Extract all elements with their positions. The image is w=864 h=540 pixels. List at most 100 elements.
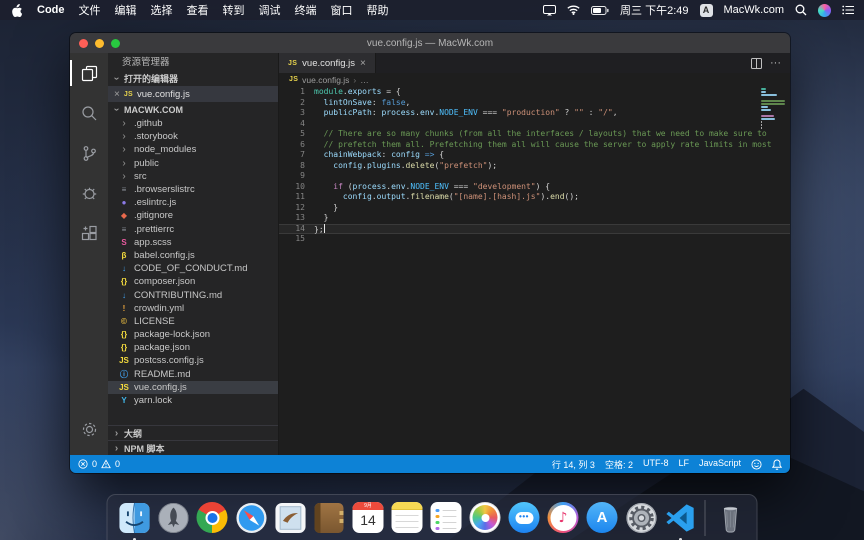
menu-调试[interactable]: 调试 (259, 2, 281, 18)
status-segment[interactable]: LF (678, 458, 689, 471)
tree-item-vue.config.js[interactable]: JSvue.config.js (108, 381, 278, 394)
status-segment[interactable]: UTF-8 (643, 458, 669, 471)
battery-icon[interactable] (591, 6, 609, 15)
menubar-clock[interactable]: 周三 下午2:49 (620, 2, 688, 18)
section-大纲[interactable]: ›大纲 (108, 425, 278, 440)
explorer-icon[interactable] (70, 53, 108, 93)
dock-notes-icon[interactable] (390, 501, 424, 535)
notifications-bell-icon[interactable] (772, 459, 782, 470)
tree-item-package-lock.json[interactable]: {}package-lock.json (108, 328, 278, 341)
code-line-13[interactable]: 13 } (279, 213, 790, 224)
menu-帮助[interactable]: 帮助 (367, 2, 389, 18)
menu-编辑[interactable]: 编辑 (115, 2, 137, 18)
code-line-12[interactable]: 12 } (279, 203, 790, 214)
menubar-app-name[interactable]: Code (37, 4, 65, 16)
tree-item-node_modules[interactable]: ›node_modules (108, 143, 278, 156)
code-line-8[interactable]: 8 config.plugins.delete("prefetch"); (279, 161, 790, 172)
tree-item-CONTRIBUTING.md[interactable]: ↓CONTRIBUTING.md (108, 288, 278, 301)
dock-trash-icon[interactable] (713, 501, 747, 535)
input-method-badge[interactable]: A (700, 4, 713, 17)
dock-photos-icon[interactable] (468, 501, 502, 535)
code-line-3[interactable]: 3 publicPath: process.env.NODE_ENV === "… (279, 108, 790, 119)
menu-查看[interactable]: 查看 (187, 2, 209, 18)
status-segment[interactable]: JavaScript (699, 458, 741, 471)
status-segment[interactable]: 行 14, 列 3 (552, 458, 595, 471)
spotlight-search-icon[interactable] (795, 4, 807, 16)
open-editors-section[interactable]: › 打开的编辑器 (108, 71, 278, 86)
tree-item-.browserslistrc[interactable]: ≡.browserslistrc (108, 183, 278, 196)
tree-item-CODE_OF_CONDUCT.md[interactable]: ↓CODE_OF_CONDUCT.md (108, 262, 278, 275)
code-line-14[interactable]: 14}; (279, 224, 790, 235)
code-editor[interactable]: 1module.exports = {2 lintOnSave: false,3… (279, 86, 790, 455)
dock-itunes-icon[interactable]: ♪ (546, 501, 580, 535)
section-NPM 脚本[interactable]: ›NPM 脚本 (108, 440, 278, 455)
warnings-icon[interactable] (101, 459, 111, 469)
breadcrumb-more[interactable]: … (360, 75, 369, 85)
tree-item-yarn.lock[interactable]: Yyarn.lock (108, 394, 278, 407)
dock-chrome-icon[interactable] (195, 501, 229, 535)
dock-reminders-icon[interactable] (429, 501, 463, 535)
tree-item-public[interactable]: ›public (108, 157, 278, 170)
tree-item-.gitignore[interactable]: ◆.gitignore (108, 209, 278, 222)
menu-文件[interactable]: 文件 (79, 2, 101, 18)
maximize-window-button[interactable] (111, 39, 120, 48)
warnings-count[interactable]: 0 (115, 459, 120, 469)
tree-item-.eslintrc.js[interactable]: ●.eslintrc.js (108, 196, 278, 209)
project-section-header[interactable]: › MACWK.COM (108, 102, 278, 117)
code-line-7[interactable]: 7 chainWebpack: config => { (279, 150, 790, 161)
code-line-4[interactable]: 4 (279, 119, 790, 130)
tree-item-LICENSE[interactable]: ©LICENSE (108, 315, 278, 328)
dock-mail-icon[interactable] (273, 501, 307, 535)
more-actions-icon[interactable]: ··· (770, 60, 781, 66)
close-editor-icon[interactable]: × (114, 89, 120, 100)
dock-finder-icon[interactable] (117, 501, 151, 535)
siri-icon[interactable] (818, 4, 831, 17)
tab-vue-config[interactable]: JS vue.config.js × (279, 53, 376, 73)
apple-logo-icon[interactable] (12, 4, 23, 17)
tree-item-crowdin.yml[interactable]: !crowdin.yml (108, 302, 278, 315)
feedback-smiley-icon[interactable] (751, 459, 762, 470)
menubar-account[interactable]: MacWk.com (724, 4, 785, 16)
debug-icon[interactable] (70, 173, 108, 213)
tree-item-src[interactable]: ›src (108, 170, 278, 183)
tab-close-icon[interactable]: × (360, 58, 366, 69)
breadcrumb[interactable]: JS vue.config.js › … (279, 73, 790, 86)
extensions-icon[interactable] (70, 213, 108, 253)
tree-item-.prettierrc[interactable]: ≡.prettierrc (108, 223, 278, 236)
code-line-6[interactable]: 6 // prefetch them all. Prefetching them… (279, 140, 790, 151)
split-editor-icon[interactable] (751, 58, 762, 69)
code-line-11[interactable]: 11 config.output.filename("[name].[hash]… (279, 192, 790, 203)
status-segment[interactable]: 空格: 2 (605, 458, 633, 471)
dock-vscode-icon[interactable] (663, 501, 697, 535)
tree-item-README.md[interactable]: ⓘREADME.md (108, 368, 278, 381)
dock-launchpad-icon[interactable] (156, 501, 190, 535)
code-line-9[interactable]: 9 (279, 171, 790, 182)
tree-item-composer.json[interactable]: {}composer.json (108, 275, 278, 288)
notification-center-icon[interactable] (842, 5, 854, 15)
window-titlebar[interactable]: vue.config.js — MacWk.com (70, 33, 790, 53)
tree-item-postcss.config.js[interactable]: JSpostcss.config.js (108, 354, 278, 367)
breadcrumb-file[interactable]: vue.config.js (302, 75, 349, 85)
display-icon[interactable] (543, 5, 556, 16)
dock-calendar-icon[interactable]: 9月14 (351, 501, 385, 535)
code-line-1[interactable]: 1module.exports = { (279, 87, 790, 98)
menu-转到[interactable]: 转到 (223, 2, 245, 18)
search-icon[interactable] (70, 93, 108, 133)
errors-icon[interactable] (78, 459, 88, 469)
code-line-5[interactable]: 5 // There are so many chunks (from all … (279, 129, 790, 140)
tree-item-.github[interactable]: ›.github (108, 117, 278, 130)
tree-item-app.scss[interactable]: Sapp.scss (108, 236, 278, 249)
dock-safari-icon[interactable] (234, 501, 268, 535)
dock-messages-icon[interactable]: ••• (507, 501, 541, 535)
tree-item-.storybook[interactable]: ›.storybook (108, 130, 278, 143)
minimize-window-button[interactable] (95, 39, 104, 48)
tree-item-package.json[interactable]: {}package.json (108, 341, 278, 354)
close-window-button[interactable] (79, 39, 88, 48)
code-line-2[interactable]: 2 lintOnSave: false, (279, 98, 790, 109)
dock-app-store-icon[interactable]: A (585, 501, 619, 535)
menu-终端[interactable]: 终端 (295, 2, 317, 18)
dock-system-preferences-icon[interactable] (624, 501, 658, 535)
settings-gear-icon[interactable] (70, 409, 108, 449)
source-control-icon[interactable] (70, 133, 108, 173)
wifi-icon[interactable] (567, 5, 580, 15)
